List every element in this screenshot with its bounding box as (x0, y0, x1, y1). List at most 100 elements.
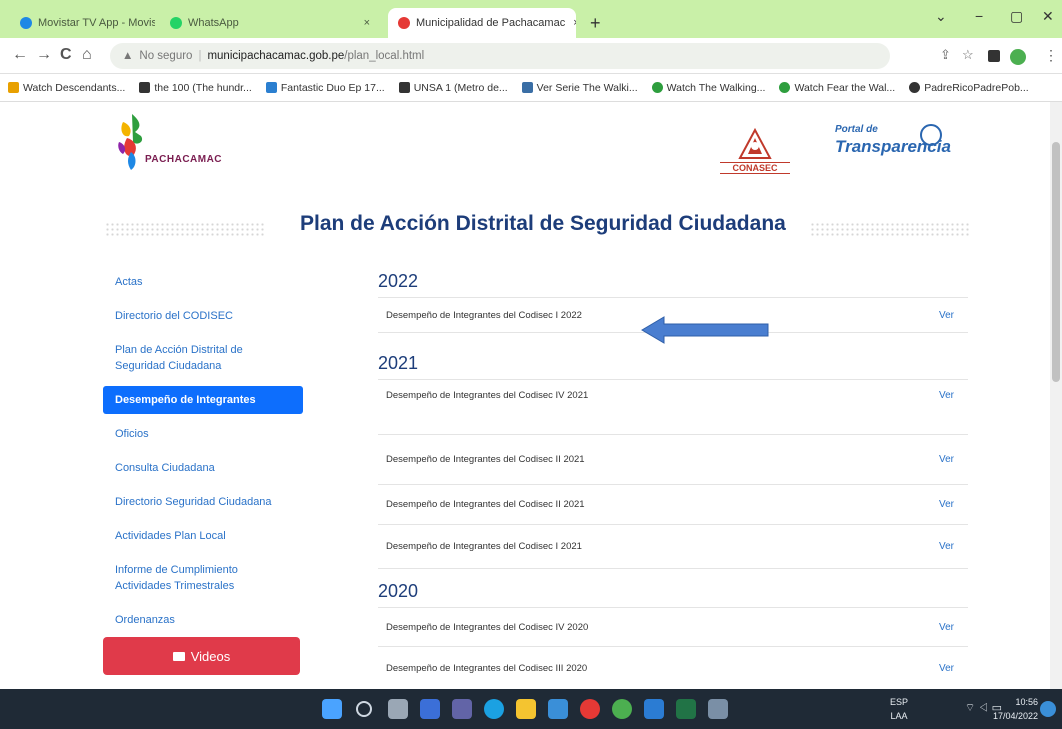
videos-button[interactable]: Videos (103, 637, 300, 675)
sidebar-item-plan-accion[interactable]: Plan de Acción Distrital de Seguridad Ci… (103, 336, 303, 380)
sidebar-item-actividades[interactable]: Actividades Plan Local (103, 522, 303, 550)
sidebar-item-desempeno[interactable]: Desempeño de Integrantes (103, 386, 303, 414)
extension-icon[interactable] (988, 50, 1000, 62)
sidebar-item-directorio[interactable]: Directorio del CODISEC (103, 302, 303, 330)
new-tab-button[interactable]: + (590, 13, 601, 34)
pachacamac-logo[interactable]: PACHACAMAC (105, 112, 235, 182)
maximize-button[interactable]: ▢ (1010, 8, 1023, 25)
clock[interactable]: 10:56 17/04/2022 (993, 695, 1038, 723)
sidebar-item-oficios[interactable]: Oficios (103, 420, 303, 448)
ver-link[interactable]: Ver (939, 663, 954, 674)
left-arrow-annotation-icon (641, 316, 769, 344)
document-label: Desempeño de Integrantes del Codisec III… (386, 663, 588, 674)
sidebar-item-directorio-seguridad[interactable]: Directorio Seguridad Ciudadana (103, 488, 303, 516)
bookmark-icon (8, 82, 19, 93)
opera-icon[interactable] (580, 699, 600, 719)
document-label: Desempeño de Integrantes del Codisec IV … (386, 390, 589, 401)
ver-link[interactable]: Ver (939, 310, 954, 321)
close-icon[interactable]: × (356, 17, 370, 29)
site-favicon-icon (398, 17, 410, 29)
teams-icon[interactable] (452, 699, 472, 719)
document-label: Desempeño de Integrantes del Codisec IV … (386, 621, 589, 633)
sidebar-item-consulta[interactable]: Consulta Ciudadana (103, 454, 303, 482)
ver-link[interactable]: Ver (939, 499, 954, 510)
bookmark-icon (909, 82, 921, 93)
scroll-thumb[interactable] (1052, 142, 1060, 382)
bookmark-label: Watch The Walking... (666, 81, 766, 94)
forward-button[interactable]: → (36, 46, 52, 64)
minimize-button[interactable]: − (975, 8, 983, 24)
language-code: ESP (890, 697, 909, 707)
bookmark-item[interactable]: Watch The Walking... (651, 81, 766, 94)
sidebar-item-ordenanzas[interactable]: Ordenanzas (103, 606, 303, 634)
bookmark-icon (521, 82, 533, 93)
app-icon[interactable] (708, 699, 728, 719)
bookmark-icon (139, 82, 151, 93)
address-bar[interactable]: ▲ No seguro | municipachacamac.gob.pe/pl… (110, 43, 890, 69)
windows-start-icon[interactable] (322, 699, 342, 719)
document-label: Desempeño de Integrantes del Codisec I 2… (386, 541, 582, 552)
page-scrollbar[interactable] (1050, 102, 1062, 689)
chrome-icon[interactable] (612, 699, 632, 719)
tab-whatsapp[interactable]: WhatsApp × (160, 8, 380, 38)
reload-button[interactable]: C (60, 46, 72, 64)
bookmark-item[interactable]: Fantastic Duo Ep 17... (265, 82, 385, 94)
task-view-icon[interactable] (388, 699, 408, 719)
bookmark-item[interactable]: PadreRicoPadrePob... (909, 81, 1029, 94)
profile-avatar[interactable] (1010, 49, 1026, 65)
bookmark-item[interactable]: Ver Serie The Walki... (521, 82, 638, 94)
word-icon[interactable] (644, 699, 664, 719)
bookmark-item[interactable]: Watch Descendants... (8, 82, 125, 94)
close-icon[interactable]: × (565, 17, 576, 29)
edge-icon[interactable] (484, 699, 504, 719)
url-domain: municipachacamac.gob.pe (207, 50, 345, 62)
bookmark-label: PadreRicoPadrePob... (924, 81, 1029, 94)
sidebar-item-informe[interactable]: Informe de Cumplimiento Actividades Trim… (103, 556, 303, 600)
language-indicator[interactable]: ESP LAA (890, 695, 908, 723)
store-icon[interactable] (548, 699, 568, 719)
document-label: Desempeño de Integrantes del Codisec I 2… (386, 309, 582, 321)
notification-icon[interactable] (1040, 701, 1056, 717)
whatsapp-icon (170, 17, 182, 29)
conasec-logo[interactable]: CONASEC (720, 124, 790, 182)
sidebar: Actas Directorio del CODISEC Plan de Acc… (103, 268, 303, 640)
tab-municipalidad[interactable]: Municipalidad de Pachacamac × (388, 8, 576, 38)
star-icon[interactable]: ☆ (962, 47, 974, 63)
excel-icon[interactable] (676, 699, 696, 719)
document-row: Desempeño de Integrantes del Codisec I 2… (378, 525, 968, 569)
tab-label: Movistar TV App - Movistar TV | (38, 17, 155, 29)
back-button[interactable]: ← (12, 46, 28, 64)
close-window-button[interactable]: ✕ (1042, 8, 1054, 25)
widgets-icon[interactable] (420, 699, 440, 719)
page-title: Plan de Acción Distrital de Seguridad Ci… (300, 212, 786, 235)
menu-icon[interactable]: ⋮ (1044, 47, 1058, 64)
keyboard-layout: LAA (890, 711, 908, 721)
tab-search-icon[interactable]: ⌄ (935, 8, 947, 25)
pachacamac-emblem-icon (118, 114, 143, 170)
conasec-emblem-icon (738, 127, 772, 159)
bookmark-item[interactable]: UNSA 1 (Metro de... (398, 82, 508, 94)
bookmark-item[interactable]: the 100 (The hundr... (139, 82, 252, 94)
bookmark-icon (398, 82, 410, 93)
ver-link[interactable]: Ver (939, 541, 954, 552)
ver-link[interactable]: Ver (939, 390, 954, 401)
bookmark-label: Watch Fear the Wal... (794, 81, 896, 94)
document-row: Desempeño de Integrantes del Codisec II … (378, 485, 968, 525)
portal-emblem-icon (920, 124, 942, 146)
portal-transparencia-logo[interactable]: Portal de Transparencia (835, 124, 965, 184)
bookmark-icon (779, 82, 791, 93)
search-icon[interactable] (356, 701, 372, 717)
ver-link[interactable]: Ver (939, 454, 954, 465)
year-heading: 2021 (378, 353, 419, 373)
web-page: PACHACAMAC CONASEC Portal de Transparenc… (0, 102, 1050, 689)
ver-link[interactable]: Ver (939, 622, 954, 633)
tab-movistar[interactable]: Movistar TV App - Movistar TV | × (10, 8, 155, 38)
year-heading: 2020 (378, 581, 419, 601)
home-button[interactable]: ⌂ (82, 46, 92, 64)
share-icon[interactable]: ⇪ (940, 47, 951, 63)
dotted-decoration (810, 222, 970, 236)
file-explorer-icon[interactable] (516, 699, 536, 719)
bookmark-item[interactable]: Watch Fear the Wal... (779, 82, 895, 94)
document-label: Desempeño de Integrantes del Codisec II … (386, 499, 585, 510)
sidebar-item-actas[interactable]: Actas (103, 268, 303, 296)
